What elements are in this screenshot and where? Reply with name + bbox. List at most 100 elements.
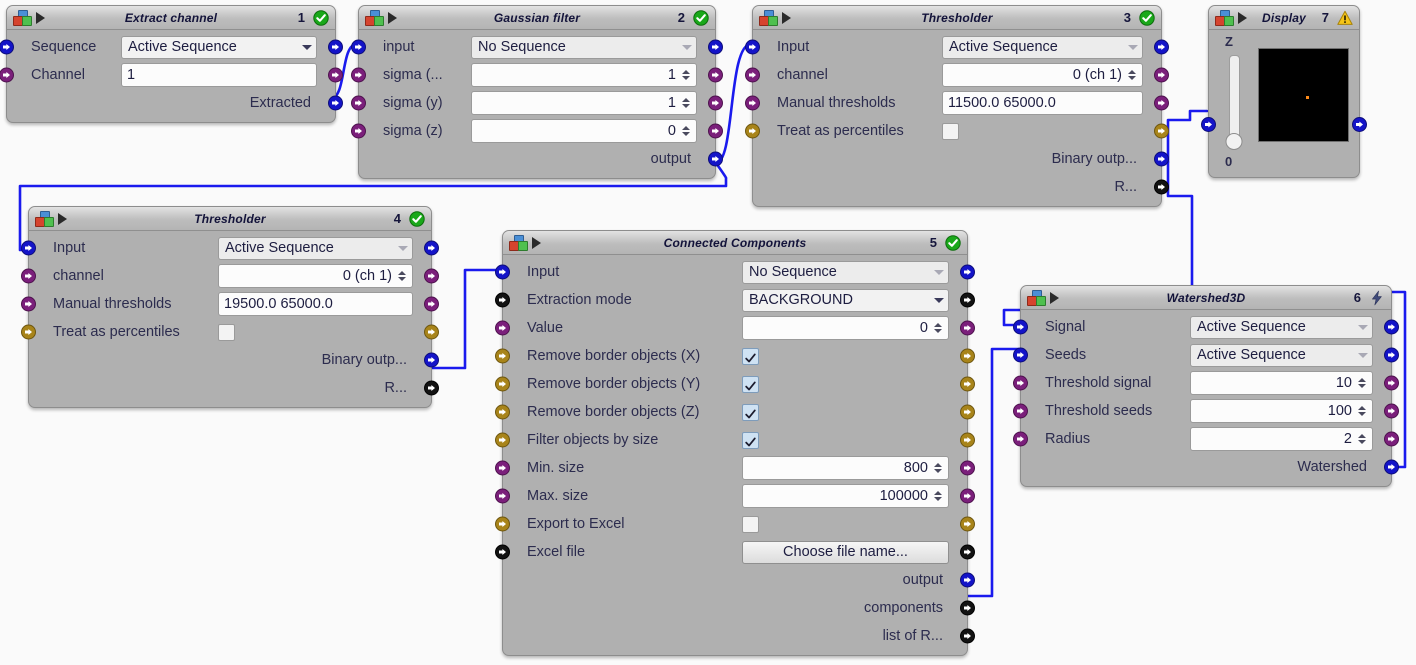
combo-input[interactable]: Active Sequence [942, 35, 1143, 59]
stepper-arrows[interactable] [396, 271, 410, 281]
node-connected-components[interactable]: Connected Components 5 Input No Sequence Ext… [495, 230, 975, 656]
output-port-output[interactable] [960, 572, 975, 588]
spinner-max-size[interactable]: 100000 [742, 484, 949, 508]
input-port-input[interactable] [495, 264, 510, 280]
spinner-radius[interactable]: 2 [1190, 427, 1373, 451]
play-icon[interactable] [58, 212, 67, 225]
output-port-extracted[interactable] [328, 95, 343, 111]
node-titlebar-watershed3d[interactable]: Watershed3D 6 [1021, 286, 1391, 310]
input-port-input[interactable] [351, 39, 366, 55]
output-port-manual-thresholds[interactable] [1154, 95, 1169, 111]
output-port-seeds[interactable] [1384, 347, 1399, 363]
spinner-threshold-signal[interactable]: 10 [1190, 371, 1373, 395]
output-port-remove-border-objects-x-[interactable] [960, 348, 975, 364]
stepper-arrows[interactable] [680, 126, 694, 136]
node-watershed3d[interactable]: Watershed3D 6 Signal Active Sequence Seeds Ac… [1013, 285, 1399, 487]
combo-signal[interactable]: Active Sequence [1190, 315, 1373, 339]
play-icon[interactable] [532, 236, 541, 249]
stepper-arrows[interactable] [932, 463, 946, 473]
output-port-binary-outp-[interactable] [424, 352, 439, 368]
output-port-filter-objects-by-size[interactable] [960, 432, 975, 448]
button-choose-file[interactable]: Choose file name... [742, 540, 949, 564]
spinner-sigma-z-[interactable]: 0 [471, 119, 697, 143]
input-port-min-size[interactable] [495, 460, 510, 476]
output-port-manual-thresholds[interactable] [424, 296, 439, 312]
input-port-treat-as-percentiles[interactable] [745, 123, 760, 139]
output-port-sequence[interactable] [328, 39, 343, 55]
node-titlebar-extract-channel[interactable]: Extract channel 1 [7, 6, 335, 30]
output-port-sigma-[interactable] [708, 67, 723, 83]
output-port-channel[interactable] [424, 268, 439, 284]
z-slider[interactable] [1225, 55, 1243, 150]
output-port-excel-file[interactable] [960, 544, 975, 560]
play-icon[interactable] [388, 11, 397, 24]
output-port-threshold-seeds[interactable] [1384, 403, 1399, 419]
output-port-input[interactable] [708, 39, 723, 55]
node-thresholder-3[interactable]: Thresholder 3 Input Active Sequence channel 0… [745, 5, 1169, 207]
input-port-value[interactable] [495, 320, 510, 336]
combo-extraction-mode[interactable]: BACKGROUND [742, 288, 949, 312]
output-port-input[interactable] [424, 240, 439, 256]
output-port-max-size[interactable] [960, 488, 975, 504]
z-slider-knob[interactable] [1225, 133, 1243, 150]
output-port-extraction-mode[interactable] [960, 292, 975, 308]
output-port-channel[interactable] [328, 67, 343, 83]
input-manual-thresholds[interactable]: 19500.0 65000.0 [218, 292, 413, 316]
output-port-export-to-excel[interactable] [960, 516, 975, 532]
spinner-sigma-[interactable]: 1 [471, 63, 697, 87]
spinner-sigma-y-[interactable]: 1 [471, 91, 697, 115]
output-port-sigma-y-[interactable] [708, 95, 723, 111]
spinner-channel[interactable]: 0 (ch 1) [218, 264, 413, 288]
checkbox-filter-objects-by-size[interactable] [742, 431, 759, 449]
output-port-input[interactable] [1154, 39, 1169, 55]
output-port-remove-border-objects-z-[interactable] [960, 404, 975, 420]
output-port-r-[interactable] [1154, 179, 1169, 195]
input-port-channel[interactable] [21, 268, 36, 284]
input-port-extraction-mode[interactable] [495, 292, 510, 308]
input-port-channel[interactable] [745, 67, 760, 83]
input-port-sigma-z-[interactable] [351, 123, 366, 139]
output-port-channel[interactable] [1154, 67, 1169, 83]
display-image[interactable] [1257, 48, 1349, 142]
input-manual-thresholds[interactable]: 11500.0 65000.0 [942, 91, 1143, 115]
input-port-manual-thresholds[interactable] [745, 95, 760, 111]
output-port-r-[interactable] [424, 380, 439, 396]
stepper-arrows[interactable] [680, 70, 694, 80]
spinner-threshold-seeds[interactable]: 100 [1190, 399, 1373, 423]
node-titlebar-connected-components[interactable]: Connected Components 5 [503, 231, 967, 255]
node-thresholder-4[interactable]: Thresholder 4 Input Active Sequence channel 0… [21, 206, 439, 408]
input-port-excel-file[interactable] [495, 544, 510, 560]
node-gaussian-filter[interactable]: Gaussian filter 2 input No Sequence sigma (.… [351, 5, 723, 179]
node-titlebar-gaussian-filter[interactable]: Gaussian filter 2 [359, 6, 715, 30]
output-port-radius[interactable] [1384, 431, 1399, 447]
play-icon[interactable] [782, 11, 791, 24]
checkbox-treat-as-percentiles[interactable] [218, 323, 235, 341]
stepper-arrows[interactable] [932, 491, 946, 501]
input-port-max-size[interactable] [495, 488, 510, 504]
stepper-arrows[interactable] [1356, 406, 1370, 416]
input-port-radius[interactable] [1013, 431, 1028, 447]
combo-input[interactable]: Active Sequence [218, 236, 413, 260]
stepper-arrows[interactable] [1356, 378, 1370, 388]
combo-sequence[interactable]: Active Sequence [121, 35, 317, 59]
input-port-signal[interactable] [1013, 319, 1028, 335]
spinner-channel[interactable]: 0 (ch 1) [942, 63, 1143, 87]
checkbox-remove-border-objects-z-[interactable] [742, 403, 759, 421]
node-extract-channel[interactable]: Extract channel 1 Sequence Active Sequence C… [0, 5, 343, 123]
play-icon[interactable] [36, 11, 45, 24]
input-port-seeds[interactable] [1013, 347, 1028, 363]
output-port-min-size[interactable] [960, 460, 975, 476]
output-port-input[interactable] [960, 264, 975, 280]
input-port-treat-as-percentiles[interactable] [21, 324, 36, 340]
combo-input[interactable]: No Sequence [742, 260, 949, 284]
output-port-binary-outp-[interactable] [1154, 151, 1169, 167]
input-port-threshold-signal[interactable] [1013, 375, 1028, 391]
input-port-sigma-[interactable] [351, 67, 366, 83]
output-port-treat-as-percentiles[interactable] [424, 324, 439, 340]
node-titlebar-thresholder-3[interactable]: Thresholder 3 [753, 6, 1161, 30]
combo-seeds[interactable]: Active Sequence [1190, 343, 1373, 367]
node-display[interactable]: Display 7 Z 0 [1201, 5, 1367, 178]
checkbox-remove-border-objects-y-[interactable] [742, 375, 759, 393]
node-graph-canvas[interactable]: Extract channel 1 Sequence Active Sequence C… [0, 0, 1416, 665]
input-port-remove-border-objects-y-[interactable] [495, 376, 510, 392]
